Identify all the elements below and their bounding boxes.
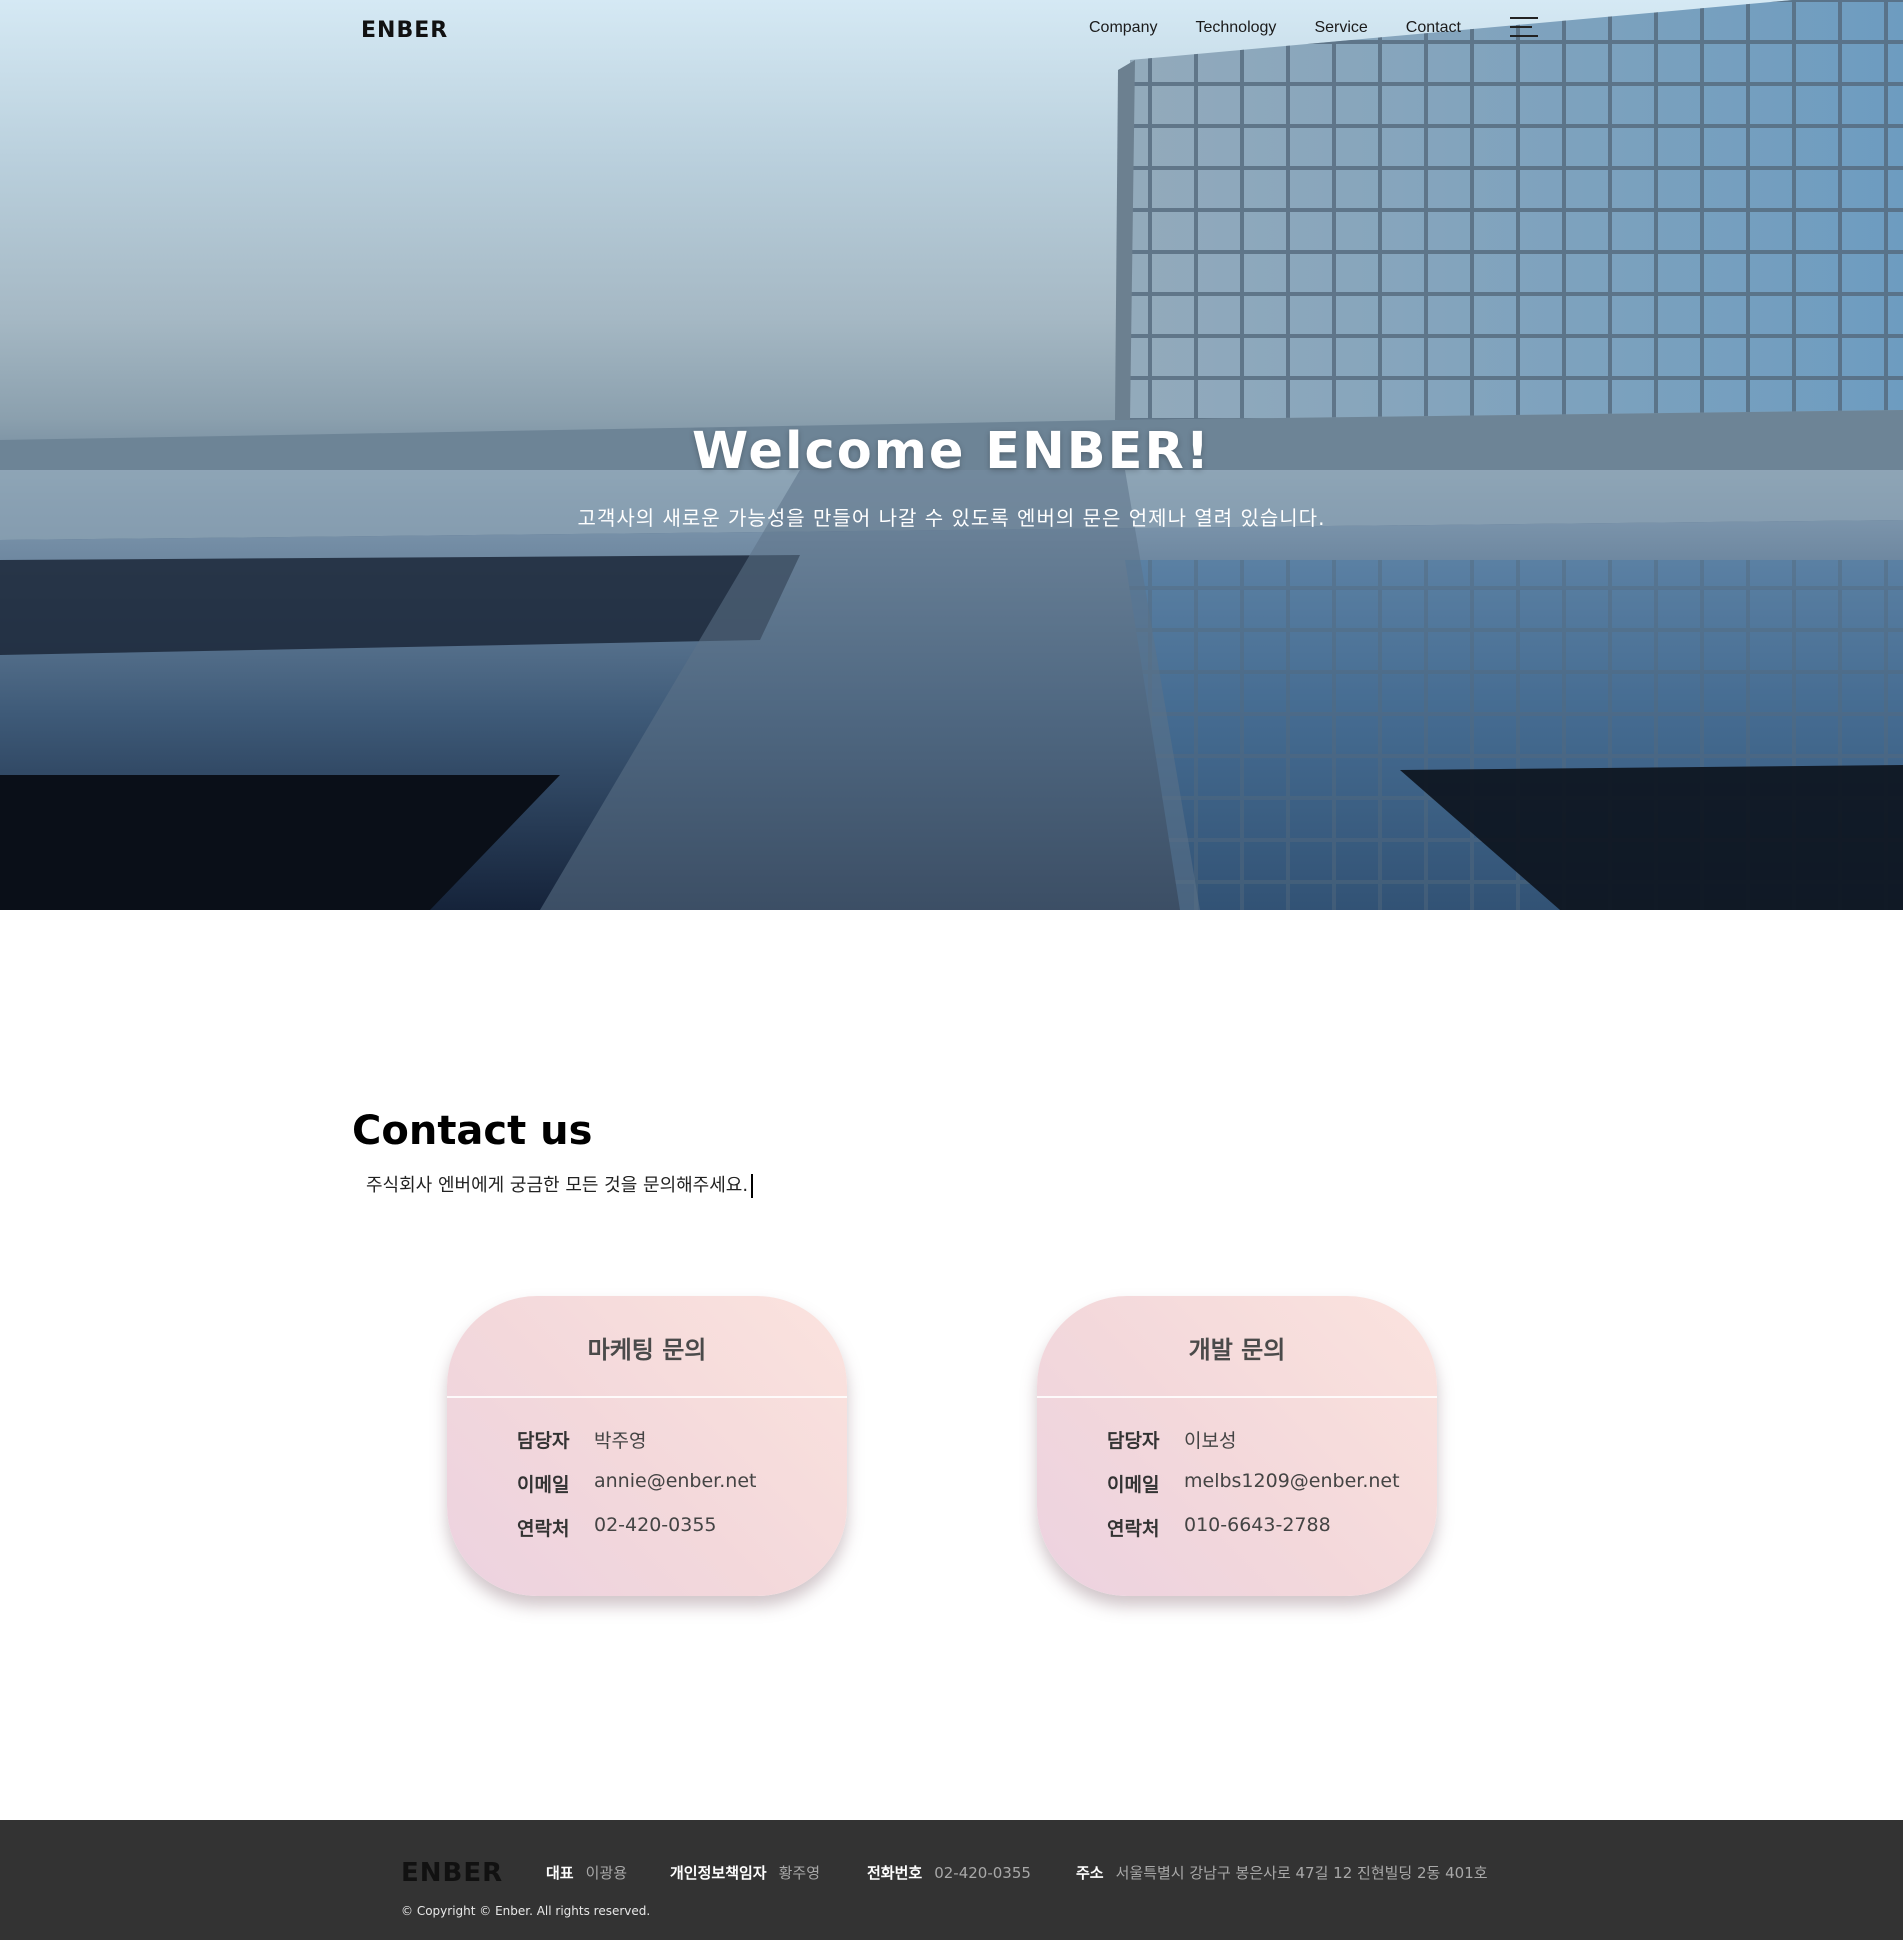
footer-address: 주소 서울특별시 강남구 봉은사로 47길 12 진현빌딩 2동 401호 xyxy=(1076,1862,1488,1883)
nav-company[interactable]: Company xyxy=(1089,19,1157,37)
card-row-phone: 연락처 010-6643-2788 xyxy=(1107,1514,1331,1541)
nav-service[interactable]: Service xyxy=(1314,19,1367,37)
development-inquiry-card: 개발 문의 담당자 이보성 이메일 melbs1209@enber.net 연락… xyxy=(1037,1296,1437,1596)
row-value: 박주영 xyxy=(594,1430,647,1452)
card-row-phone: 연락처 02-420-0355 xyxy=(517,1514,717,1541)
contact-subtitle: 주식회사 엔버에게 궁금한 모든 것을 문의해주세요. xyxy=(366,1171,754,1198)
footer-value: 서울특별시 강남구 봉은사로 47길 12 진현빌딩 2동 401호 xyxy=(1115,1864,1488,1882)
copyright: © Copyright © Enber. All rights reserved… xyxy=(401,1904,651,1918)
footer-value: 02-420-0355 xyxy=(934,1864,1031,1882)
hero-subtitle: 고객사의 새로운 가능성을 만들어 나갈 수 있도록 엔버의 문은 언제나 열려… xyxy=(577,506,1326,530)
email-link[interactable]: annie@enber.net xyxy=(594,1470,756,1497)
card-row-email: 이메일 annie@enber.net xyxy=(517,1470,756,1497)
row-label: 연락처 xyxy=(1107,1518,1160,1540)
header-logo[interactable]: ENBER xyxy=(361,18,448,43)
contact-title: Contact us xyxy=(352,1108,593,1154)
row-value: 010-6643-2788 xyxy=(1184,1514,1331,1536)
hero-title: Welcome ENBER! xyxy=(691,422,1212,481)
footer-ceo: 대표 이광용 xyxy=(546,1862,627,1883)
hamburger-icon[interactable] xyxy=(1510,17,1538,37)
card-divider xyxy=(447,1396,847,1398)
email-link[interactable]: melbs1209@enber.net xyxy=(1184,1470,1400,1497)
card-row-email: 이메일 melbs1209@enber.net xyxy=(1107,1470,1400,1497)
nav-technology[interactable]: Technology xyxy=(1195,19,1276,37)
footer-privacy-officer: 개인정보책임자 황주영 xyxy=(670,1862,820,1883)
card-title: 마케팅 문의 xyxy=(587,1336,707,1364)
card-row-manager: 담당자 박주영 xyxy=(517,1426,646,1453)
footer-key: 대표 xyxy=(546,1864,574,1882)
row-value: 02-420-0355 xyxy=(594,1514,717,1536)
row-label: 담당자 xyxy=(517,1430,570,1452)
footer-value: 이광용 xyxy=(585,1864,628,1882)
footer-phone: 전화번호 02-420-0355 xyxy=(867,1862,1031,1883)
footer-key: 주소 xyxy=(1076,1864,1104,1882)
footer-key: 전화번호 xyxy=(867,1864,923,1882)
footer-key: 개인정보책임자 xyxy=(670,1864,767,1882)
main-nav: Company Technology Service Contact xyxy=(1089,19,1499,37)
row-label: 이메일 xyxy=(517,1474,570,1496)
nav-contact[interactable]: Contact xyxy=(1406,19,1461,37)
marketing-inquiry-card: 마케팅 문의 담당자 박주영 이메일 annie@enber.net 연락처 0… xyxy=(447,1296,847,1596)
card-row-manager: 담당자 이보성 xyxy=(1107,1426,1236,1453)
text-cursor xyxy=(751,1174,754,1198)
row-label: 이메일 xyxy=(1107,1474,1160,1496)
row-value: 이보성 xyxy=(1184,1430,1237,1452)
footer-logo[interactable]: ENBER xyxy=(401,1858,503,1888)
row-label: 연락처 xyxy=(517,1518,570,1540)
card-title: 개발 문의 xyxy=(1188,1336,1286,1364)
card-divider xyxy=(1037,1396,1437,1398)
footer-value: 황주영 xyxy=(778,1864,821,1882)
hero-section: ENBER Company Technology Service Contact… xyxy=(0,0,1903,910)
footer: ENBER 대표 이광용 개인정보책임자 황주영 전화번호 02-420-0355 주… xyxy=(0,1820,1903,1940)
row-label: 담당자 xyxy=(1107,1430,1160,1452)
contact-subtitle-text: 주식회사 엔버에게 궁금한 모든 것을 문의해주세요. xyxy=(366,1175,749,1196)
page: ENBER Company Technology Service Contact… xyxy=(0,0,1903,1940)
